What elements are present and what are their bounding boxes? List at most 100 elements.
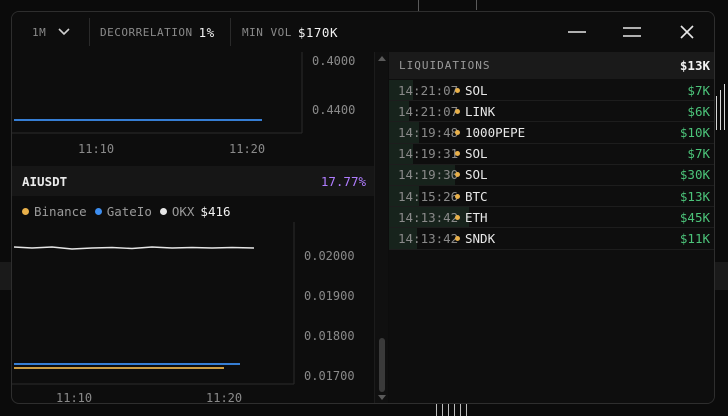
close-button[interactable] — [674, 20, 700, 44]
legend-value: $416 — [200, 203, 231, 219]
list-item[interactable]: 14:19:30 SOL $30K — [389, 164, 714, 186]
liq-symbol: SNDK — [465, 230, 496, 246]
symbol-change: 17.77% — [320, 173, 366, 189]
liquidations-total: $13K — [679, 58, 710, 73]
liq-value: $10K — [679, 124, 710, 140]
liq-dot-icon — [455, 193, 460, 199]
maximize-icon — [623, 27, 641, 37]
liq-time: 14:21:07 — [398, 103, 459, 119]
timeframe-select[interactable]: 1M — [32, 12, 70, 52]
min-vol-control[interactable]: MIN VOL $170K — [242, 12, 338, 52]
bottom-chart: 0.02000 0.01900 0.01800 0.01700 11:10 11… — [12, 222, 355, 404]
liq-symbol: LINK — [465, 103, 496, 119]
liq-dot-icon — [455, 129, 460, 135]
legend-label: Binance — [34, 203, 87, 219]
symbol-name: AIUSDT — [22, 173, 68, 189]
liquidations-header: LIQUIDATIONS $13K — [389, 52, 714, 79]
toolbar: 1M DECORRELATION 1% MIN VOL $170K — [12, 12, 714, 52]
chevron-down-icon — [58, 28, 70, 36]
liq-value: $13K — [679, 188, 710, 204]
bottom-chart-y-label: 0.01900 — [304, 289, 355, 303]
scroll-thumb[interactable] — [379, 338, 385, 392]
legend-item-binance[interactable]: Binance — [22, 204, 87, 219]
background-candle — [716, 96, 717, 130]
liq-symbol: SOL — [465, 167, 488, 183]
top-chart-y-label: 0.4000 — [312, 54, 355, 68]
legend-label: GateIo — [106, 203, 152, 219]
liq-time: 14:13:42 — [398, 230, 459, 246]
top-chart-x-label: 11:10 — [78, 142, 114, 156]
charts-panel: 0.4000 0.4400 11:10 11:20 AIUSDT 17.77% … — [12, 52, 374, 404]
list-item[interactable]: 14:21:07 SOL $7K — [389, 80, 714, 102]
liq-time: 14:19:48 — [398, 124, 459, 140]
scroll-down-icon[interactable] — [378, 395, 386, 400]
liq-time: 14:15:26 — [398, 188, 459, 204]
decorrelation-label: DECORRELATION — [100, 25, 193, 39]
background-candle — [466, 402, 467, 416]
legend-label: OKX — [171, 203, 195, 219]
liq-symbol: BTC — [465, 188, 488, 204]
liquidations-title: LIQUIDATIONS — [399, 59, 491, 72]
liq-symbol: ETH — [465, 209, 488, 225]
bottom-chart-y-label: 0.02000 — [304, 249, 355, 263]
liq-time: 14:19:31 — [398, 146, 459, 162]
liq-value: $7K — [687, 146, 710, 162]
background-candle — [442, 402, 443, 416]
chart-legend: Binance GateIo OKX $416 — [22, 202, 239, 220]
symbol-header[interactable]: AIUSDT 17.77% — [12, 166, 374, 196]
liq-dot-icon — [455, 235, 460, 241]
minimize-icon — [568, 31, 586, 33]
decorrelation-control[interactable]: DECORRELATION 1% — [100, 12, 215, 52]
toolbar-divider — [230, 18, 231, 46]
background-candle — [476, 0, 477, 10]
legend-item-gateio[interactable]: GateIo — [94, 203, 152, 219]
liquidations-list: 14:21:07 SOL $7K 14:21:07 LINK $6K 14:19… — [389, 80, 714, 250]
binance-dot-icon — [22, 207, 29, 215]
liq-dot-icon — [455, 214, 460, 220]
gateio-dot-icon — [94, 207, 102, 215]
liq-value: $45K — [679, 209, 710, 225]
list-item[interactable]: 14:21:07 LINK $6K — [389, 101, 714, 123]
min-vol-label: MIN VOL — [242, 25, 292, 39]
liq-symbol: SOL — [465, 82, 488, 98]
liq-value: $11K — [679, 230, 710, 246]
liq-time: 14:19:30 — [398, 167, 459, 183]
top-chart: 0.4000 0.4400 11:10 11:20 — [12, 52, 355, 156]
liq-dot-icon — [455, 108, 460, 114]
timeframe-value: 1M — [32, 25, 47, 39]
decorrelation-window: 1M DECORRELATION 1% MIN VOL $170K 0.4000… — [11, 11, 715, 404]
min-vol-value: $170K — [297, 24, 338, 40]
background-candle — [460, 404, 461, 416]
liq-dot-icon — [455, 87, 460, 93]
background-candle — [724, 84, 725, 130]
bottom-chart-y-label: 0.01700 — [304, 369, 355, 383]
close-icon — [680, 25, 694, 39]
legend-item-okx[interactable]: OKX $416 — [159, 203, 231, 219]
liq-value: $7K — [687, 82, 710, 98]
charts-scrollbar[interactable] — [374, 52, 388, 403]
liq-symbol: SOL — [465, 146, 488, 162]
top-chart-x-label: 11:20 — [229, 142, 265, 156]
bottom-chart-x-label: 11:20 — [206, 391, 242, 404]
bottom-chart-x-label: 11:10 — [56, 391, 92, 404]
list-item[interactable]: 14:19:48 1000PEPE $10K — [389, 122, 714, 144]
list-item[interactable]: 14:15:26 BTC $13K — [389, 185, 714, 208]
toolbar-divider — [89, 18, 90, 46]
list-item[interactable]: 14:13:42 SNDK $11K — [389, 228, 714, 250]
list-item[interactable]: 14:13:42 ETH $45K — [389, 207, 714, 229]
liq-time: 14:13:42 — [398, 209, 459, 225]
liq-dot-icon — [455, 151, 460, 157]
decorrelation-value: 1% — [198, 24, 215, 40]
liq-time: 14:21:07 — [398, 82, 459, 98]
scroll-up-icon[interactable] — [378, 56, 386, 61]
liquidations-panel: LIQUIDATIONS $13K 14:21:07 SOL $7K 14:21… — [389, 52, 714, 403]
liq-value: $6K — [687, 103, 710, 119]
maximize-button[interactable] — [619, 20, 645, 44]
background-candle — [436, 404, 437, 416]
minimize-button[interactable] — [564, 20, 590, 44]
liq-value: $30K — [679, 167, 710, 183]
liq-dot-icon — [455, 172, 460, 178]
background-candle — [448, 404, 449, 416]
list-item[interactable]: 14:19:31 SOL $7K — [389, 143, 714, 165]
bottom-chart-y-label: 0.01800 — [304, 329, 355, 343]
